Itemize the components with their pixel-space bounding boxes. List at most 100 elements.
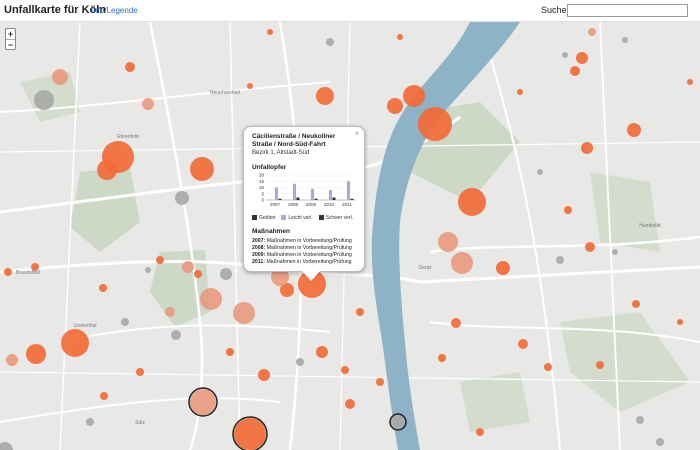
- accident-marker[interactable]: [100, 392, 108, 400]
- accident-marker[interactable]: [356, 308, 364, 316]
- accident-marker[interactable]: [296, 358, 304, 366]
- close-icon[interactable]: ×: [354, 129, 359, 138]
- accident-marker[interactable]: [387, 98, 403, 114]
- accident-marker[interactable]: [438, 354, 446, 362]
- accident-marker[interactable]: [234, 418, 266, 450]
- y-tick-label: 10: [259, 185, 265, 190]
- district-label: Humboldt: [639, 223, 661, 229]
- accident-marker[interactable]: [99, 284, 107, 292]
- accident-marker[interactable]: [142, 98, 154, 110]
- accident-marker[interactable]: [677, 319, 683, 325]
- accident-marker[interactable]: [190, 389, 216, 415]
- accident-marker[interactable]: [496, 261, 510, 275]
- accident-marker[interactable]: [556, 256, 564, 264]
- accident-marker[interactable]: [687, 79, 693, 85]
- legend-item-light: Leicht verl.: [281, 215, 313, 221]
- accident-marker[interactable]: [585, 242, 595, 252]
- chart-bar: [296, 197, 300, 200]
- search-input[interactable]: [567, 4, 688, 17]
- zoom-out-button[interactable]: −: [6, 39, 15, 50]
- accident-marker[interactable]: [376, 378, 384, 386]
- chart-bar: [346, 181, 350, 200]
- accident-marker[interactable]: [175, 191, 189, 205]
- y-tick-label: 20: [259, 173, 265, 178]
- victims-chart: 2015105 0 2007 2008 2009 2010 2011: [259, 173, 356, 207]
- accident-marker[interactable]: [588, 28, 596, 36]
- accident-marker[interactable]: [570, 66, 580, 76]
- accident-marker[interactable]: [233, 302, 255, 324]
- accident-marker[interactable]: [226, 348, 234, 356]
- accident-marker[interactable]: [97, 160, 117, 180]
- accident-marker[interactable]: [518, 339, 528, 349]
- accident-marker[interactable]: [622, 37, 628, 43]
- accident-marker[interactable]: [267, 29, 273, 35]
- top-bar: Unfallkarte für Köln Info/Legende Suche:: [0, 0, 700, 22]
- chart-bar: [310, 188, 314, 200]
- accident-marker[interactable]: [627, 123, 641, 137]
- accident-marker[interactable]: [403, 85, 425, 107]
- accident-marker[interactable]: [26, 344, 46, 364]
- x-tick-label: 2010: [324, 202, 335, 207]
- accident-marker[interactable]: [451, 252, 473, 274]
- accident-marker[interactable]: [136, 368, 144, 376]
- accident-marker[interactable]: [34, 90, 54, 110]
- chart-bar: [328, 190, 332, 200]
- accident-marker[interactable]: [125, 62, 135, 72]
- accident-marker[interactable]: [61, 329, 89, 357]
- accident-marker[interactable]: [316, 346, 328, 358]
- accident-marker[interactable]: [258, 369, 270, 381]
- zoom-in-button[interactable]: +: [6, 29, 15, 39]
- district-label: Deutz: [418, 265, 432, 271]
- accident-marker[interactable]: [397, 34, 403, 40]
- accident-marker[interactable]: [345, 399, 355, 409]
- accident-marker[interactable]: [656, 438, 664, 446]
- accident-marker[interactable]: [537, 169, 543, 175]
- accident-marker[interactable]: [636, 416, 644, 424]
- accident-marker[interactable]: [612, 249, 618, 255]
- accident-marker[interactable]: [52, 69, 68, 85]
- accident-marker[interactable]: [581, 142, 593, 154]
- accident-marker[interactable]: [544, 363, 552, 371]
- accident-marker[interactable]: [6, 354, 18, 366]
- accident-marker[interactable]: [596, 361, 604, 369]
- accident-marker[interactable]: [190, 157, 214, 181]
- legend-item-heavy: Schwer verl.: [318, 215, 353, 221]
- accident-marker[interactable]: [171, 330, 181, 340]
- info-popup: × Cäcilienstraße / Neukollner Straße / N…: [243, 126, 365, 272]
- chart-bar: [332, 197, 336, 200]
- chart-legend: Getötet Leicht verl. Schwer verl.: [252, 215, 356, 221]
- popup-pointer: [302, 271, 320, 281]
- victims-heading: Unfallopfer: [252, 164, 287, 171]
- accident-marker[interactable]: [4, 268, 12, 276]
- accident-marker[interactable]: [564, 206, 572, 214]
- chart-bar: [278, 198, 282, 200]
- accident-marker[interactable]: [86, 418, 94, 426]
- accident-marker[interactable]: [156, 256, 164, 264]
- accident-marker[interactable]: [316, 87, 334, 105]
- accident-marker[interactable]: [182, 261, 194, 273]
- accident-marker[interactable]: [165, 307, 175, 317]
- info-legend-link[interactable]: Info/Legende: [91, 6, 138, 15]
- accident-marker[interactable]: [194, 270, 202, 278]
- accident-marker[interactable]: [458, 188, 486, 216]
- accident-marker[interactable]: [418, 107, 452, 141]
- accident-marker[interactable]: [220, 268, 232, 280]
- accident-marker[interactable]: [476, 428, 484, 436]
- accident-marker[interactable]: [576, 52, 588, 64]
- accident-marker[interactable]: [247, 83, 253, 89]
- measure-year: 2007:: [252, 238, 266, 244]
- popup-title: Cäcilienstraße / Neukollner Straße / Nor…: [252, 133, 336, 148]
- accident-marker[interactable]: [451, 318, 461, 328]
- accident-marker[interactable]: [341, 366, 349, 374]
- accident-marker[interactable]: [562, 52, 568, 58]
- accident-marker[interactable]: [121, 318, 129, 326]
- chart-bar: [274, 187, 278, 200]
- accident-marker[interactable]: [326, 38, 334, 46]
- accident-marker[interactable]: [0, 442, 13, 450]
- accident-marker[interactable]: [200, 288, 222, 310]
- popup-subtitle: Bezirk 1, Altstadt-Süd: [252, 150, 310, 156]
- accident-marker[interactable]: [438, 232, 458, 252]
- accident-marker[interactable]: [517, 89, 523, 95]
- accident-marker[interactable]: [632, 300, 640, 308]
- accident-marker[interactable]: [145, 267, 151, 273]
